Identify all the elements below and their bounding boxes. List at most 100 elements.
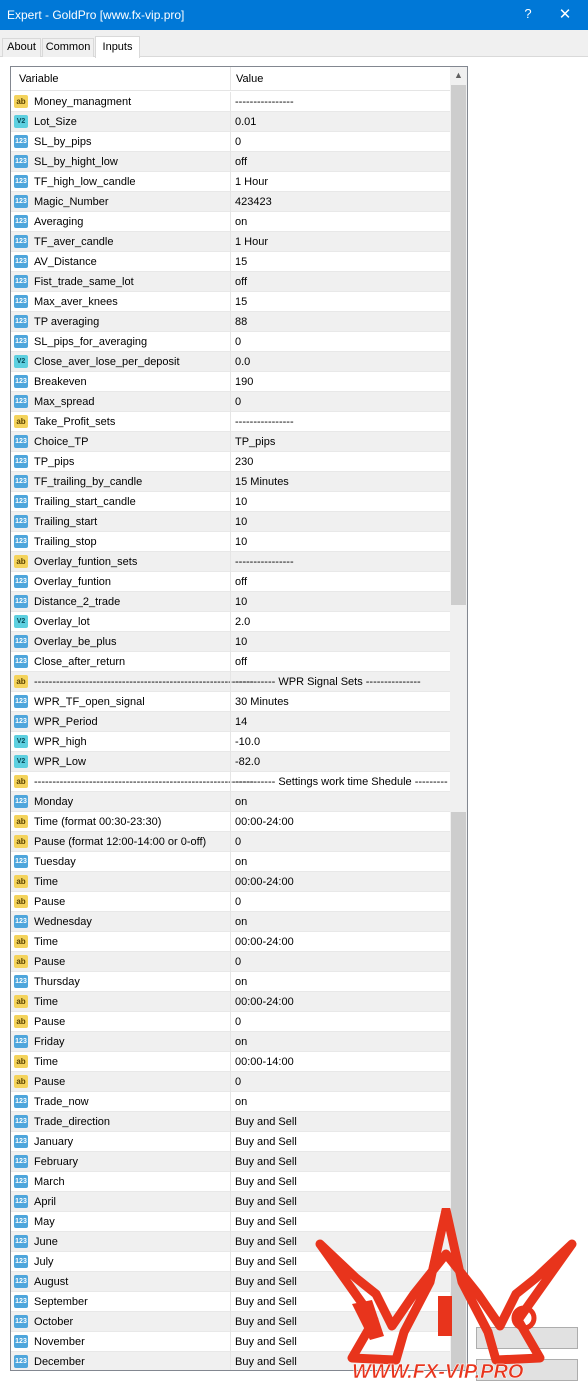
- variable-value[interactable]: 0: [235, 1076, 448, 1088]
- table-row[interactable]: 123 Wednesday on: [11, 912, 450, 932]
- variable-value[interactable]: 10: [235, 536, 448, 548]
- table-row[interactable]: 123 WPR_TF_open_signal 30 Minutes: [11, 692, 450, 712]
- variable-value[interactable]: 230: [235, 456, 448, 468]
- table-row[interactable]: 123 WPR_Period 14: [11, 712, 450, 732]
- variable-value[interactable]: 0.01: [235, 116, 448, 128]
- tab-about[interactable]: About: [2, 38, 41, 57]
- table-row[interactable]: 123 Max_spread 0: [11, 392, 450, 412]
- variable-value[interactable]: 0.0: [235, 356, 448, 368]
- variable-value[interactable]: 10: [235, 516, 448, 528]
- variable-value[interactable]: Buy and Sell: [235, 1116, 448, 1128]
- table-row[interactable]: ab --------------------------------------…: [11, 772, 450, 792]
- variable-value[interactable]: on: [235, 216, 448, 228]
- variable-value[interactable]: on: [235, 796, 448, 808]
- variable-value[interactable]: 0: [235, 896, 448, 908]
- table-row[interactable]: 123 Trailing_stop 10: [11, 532, 450, 552]
- variable-value[interactable]: 10: [235, 596, 448, 608]
- variable-value[interactable]: 10: [235, 636, 448, 648]
- scrollbar-thumb[interactable]: [451, 85, 466, 605]
- variable-value[interactable]: -10.0: [235, 736, 448, 748]
- variable-value[interactable]: on: [235, 856, 448, 868]
- tab-common[interactable]: Common: [42, 38, 94, 57]
- table-row[interactable]: 123 Distance_2_trade 10: [11, 592, 450, 612]
- table-row[interactable]: 123 TP averaging 88: [11, 312, 450, 332]
- close-button[interactable]: ✕: [556, 5, 574, 23]
- table-row[interactable]: 123 Choice_TP TP_pips: [11, 432, 450, 452]
- variable-value[interactable]: off: [235, 656, 448, 668]
- variable-value[interactable]: ----------------: [235, 96, 448, 108]
- variable-value[interactable]: 15: [235, 256, 448, 268]
- variable-value[interactable]: 1 Hour: [235, 236, 448, 248]
- table-row[interactable]: V2 WPR_high -10.0: [11, 732, 450, 752]
- variable-value[interactable]: 0: [235, 836, 448, 848]
- table-row[interactable]: 123 Max_aver_knees 15: [11, 292, 450, 312]
- table-row[interactable]: 123 Overlay_be_plus 10: [11, 632, 450, 652]
- variable-value[interactable]: 10: [235, 496, 448, 508]
- table-row[interactable]: ab Take_Profit_sets ----------------: [11, 412, 450, 432]
- table-row[interactable]: 123 Averaging on: [11, 212, 450, 232]
- table-row[interactable]: ab Pause (format 12:00-14:00 or 0-off) 0: [11, 832, 450, 852]
- tab-inputs[interactable]: Inputs: [95, 36, 140, 58]
- variable-value[interactable]: 2.0: [235, 616, 448, 628]
- table-row[interactable]: 123 Thursday on: [11, 972, 450, 992]
- variable-value[interactable]: off: [235, 576, 448, 588]
- table-row[interactable]: 123 Close_after_return off: [11, 652, 450, 672]
- variable-value[interactable]: off: [235, 156, 448, 168]
- table-row[interactable]: ab Overlay_funtion_sets ----------------: [11, 552, 450, 572]
- table-row[interactable]: ab Pause 0: [11, 1012, 450, 1032]
- column-header-value[interactable]: Value: [236, 73, 263, 85]
- table-row[interactable]: 123 March Buy and Sell: [11, 1172, 450, 1192]
- variable-value[interactable]: Buy and Sell: [235, 1176, 448, 1188]
- table-row[interactable]: ab --------------------------------------…: [11, 672, 450, 692]
- variable-value[interactable]: 0: [235, 956, 448, 968]
- table-row[interactable]: 123 AV_Distance 15: [11, 252, 450, 272]
- variable-value[interactable]: 88: [235, 316, 448, 328]
- variable-value[interactable]: 30 Minutes: [235, 696, 448, 708]
- variable-value[interactable]: 0: [235, 396, 448, 408]
- variable-value[interactable]: on: [235, 1096, 448, 1108]
- table-row[interactable]: 123 TP_pips 230: [11, 452, 450, 472]
- variable-value[interactable]: 0: [235, 136, 448, 148]
- variable-value[interactable]: 190: [235, 376, 448, 388]
- table-row[interactable]: 123 SL_pips_for_averaging 0: [11, 332, 450, 352]
- table-row[interactable]: 123 Trailing_start 10: [11, 512, 450, 532]
- variable-value[interactable]: ----------- WPR Signal Sets ------------…: [235, 676, 448, 688]
- column-header-variable[interactable]: Variable: [19, 73, 59, 85]
- table-row[interactable]: ab Pause 0: [11, 1072, 450, 1092]
- scroll-up-arrow-icon[interactable]: ▲: [450, 67, 467, 84]
- variable-value[interactable]: ----------------: [235, 556, 448, 568]
- table-row[interactable]: ab Time (format 00:30-23:30) 00:00-24:00: [11, 812, 450, 832]
- variable-value[interactable]: 00:00-24:00: [235, 996, 448, 1008]
- table-row[interactable]: 123 Trailing_start_candle 10: [11, 492, 450, 512]
- variable-value[interactable]: Buy and Sell: [235, 1196, 448, 1208]
- variable-value[interactable]: 00:00-24:00: [235, 876, 448, 888]
- table-row[interactable]: 123 TF_high_low_candle 1 Hour: [11, 172, 450, 192]
- variable-value[interactable]: off: [235, 276, 448, 288]
- variable-value[interactable]: TP_pips: [235, 436, 448, 448]
- table-row[interactable]: 123 Friday on: [11, 1032, 450, 1052]
- table-row[interactable]: V2 Overlay_lot 2.0: [11, 612, 450, 632]
- variable-value[interactable]: ----------- Settings work time Shedule -…: [235, 776, 448, 788]
- table-row[interactable]: ab Pause 0: [11, 892, 450, 912]
- variable-value[interactable]: 15 Minutes: [235, 476, 448, 488]
- table-row[interactable]: V2 Lot_Size 0.01: [11, 112, 450, 132]
- table-row[interactable]: 123 Magic_Number 423423: [11, 192, 450, 212]
- variable-value[interactable]: 00:00-24:00: [235, 936, 448, 948]
- variable-value[interactable]: 0: [235, 1016, 448, 1028]
- variable-value[interactable]: on: [235, 1036, 448, 1048]
- variable-value[interactable]: 14: [235, 716, 448, 728]
- table-row[interactable]: ab Time 00:00-24:00: [11, 932, 450, 952]
- table-row[interactable]: 123 Fist_trade_same_lot off: [11, 272, 450, 292]
- variable-value[interactable]: Buy and Sell: [235, 1156, 448, 1168]
- variable-value[interactable]: ----------------: [235, 416, 448, 428]
- variable-value[interactable]: -82.0: [235, 756, 448, 768]
- table-row[interactable]: 123 Overlay_funtion off: [11, 572, 450, 592]
- table-row[interactable]: V2 WPR_Low -82.0: [11, 752, 450, 772]
- table-row[interactable]: 123 Tuesday on: [11, 852, 450, 872]
- variable-value[interactable]: 15: [235, 296, 448, 308]
- table-row[interactable]: 123 Trade_now on: [11, 1092, 450, 1112]
- table-row[interactable]: ab Money_managment ----------------: [11, 92, 450, 112]
- table-row[interactable]: 123 Breakeven 190: [11, 372, 450, 392]
- variable-value[interactable]: on: [235, 916, 448, 928]
- table-row[interactable]: 123 TF_aver_candle 1 Hour: [11, 232, 450, 252]
